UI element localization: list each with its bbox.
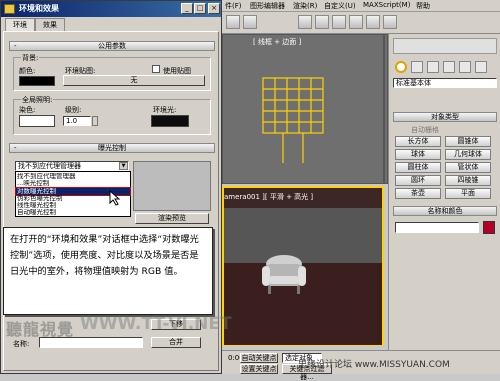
- level-label: 级别:: [65, 106, 82, 114]
- rotate-icon[interactable]: [298, 15, 312, 29]
- box-button[interactable]: 长方体: [395, 136, 441, 147]
- create-category-icons[interactable]: [393, 60, 497, 76]
- mirror-icon[interactable]: [332, 15, 346, 29]
- viewport-label: [ 线框 + 边面 ]: [253, 38, 302, 46]
- dialog-title-text: 环境和效果: [19, 4, 59, 13]
- chevron-down-icon[interactable]: ▼: [119, 162, 128, 170]
- sphere-button[interactable]: 球体: [395, 149, 441, 160]
- cone-button[interactable]: 圆锥体: [445, 136, 491, 147]
- shapes-icon[interactable]: [411, 61, 423, 73]
- tint-color-swatch[interactable]: [19, 115, 55, 127]
- render-icon[interactable]: [366, 15, 380, 29]
- quick-render-icon[interactable]: [383, 15, 397, 29]
- autogrid-label[interactable]: 自动栅格: [411, 125, 439, 135]
- helpers-icon[interactable]: [459, 61, 471, 73]
- mouse-cursor-icon: [109, 190, 121, 206]
- watermark-url: WWW.TT-VI.NET: [80, 314, 232, 334]
- tutorial-callout: 在打开的“环境和效果”对话框中选择“对数曝光控制”选项，使用亮度、对比度以及场景…: [3, 227, 213, 315]
- object-color-swatch[interactable]: [483, 221, 495, 234]
- command-tabs[interactable]: [393, 38, 497, 54]
- lights-icon[interactable]: [427, 61, 439, 73]
- select-object-icon[interactable]: [226, 15, 240, 29]
- command-panel: 标准基本体 对象类型 自动栅格 长方体 圆锥体 球体 几何球体 圆柱体 管状体 …: [388, 34, 500, 354]
- select-by-name-icon[interactable]: [243, 15, 257, 29]
- teapot-button[interactable]: 茶壶: [395, 188, 441, 199]
- exposure-control-header[interactable]: - 曝光控制: [9, 143, 215, 153]
- exposure-dropdown[interactable]: 找不到应代理管理器 ▼: [15, 161, 129, 171]
- scale-icon[interactable]: [315, 15, 329, 29]
- ambient-color-swatch[interactable]: [151, 115, 189, 127]
- name-label: 名称:: [13, 340, 30, 348]
- render-preview-button[interactable]: 渲染预览: [135, 213, 209, 224]
- menu-item[interactable]: 图形编辑器: [250, 1, 285, 11]
- systems-icon[interactable]: [475, 61, 487, 73]
- menu-item[interactable]: 帮助: [416, 1, 430, 11]
- close-button[interactable]: ×: [208, 3, 220, 14]
- background-color-swatch[interactable]: [19, 76, 55, 86]
- color-label: 颜色:: [19, 67, 36, 75]
- exposure-option[interactable]: 找不到应代理管理器: [16, 173, 130, 180]
- menu-item[interactable]: 自定义(U): [324, 1, 356, 11]
- viewport-label: amera001 ][ 平滑 + 高光 ]: [224, 193, 314, 201]
- object-type-header[interactable]: 对象类型: [393, 112, 497, 122]
- menu-item[interactable]: MAXScript(M): [363, 1, 410, 9]
- plane-button[interactable]: 平面: [445, 188, 491, 199]
- wireframe-cube: [262, 77, 324, 163]
- exposure-option[interactable]: ...映光控制: [16, 180, 130, 187]
- common-params-header[interactable]: - 公用参数: [9, 41, 215, 51]
- global-lighting-label: 全局照明:: [21, 95, 54, 105]
- align-icon[interactable]: [349, 15, 363, 29]
- exposure-dropdown-value: 找不到应代理管理器: [18, 162, 81, 170]
- auto-key-button[interactable]: 自动关键点: [240, 353, 278, 363]
- exposure-option[interactable]: 自动曝光控制: [16, 209, 130, 216]
- exposure-preview: [133, 161, 211, 211]
- level-spinner[interactable]: 1.0: [63, 116, 91, 126]
- tube-button[interactable]: 管状体: [445, 162, 491, 173]
- name-color-header[interactable]: 名称和颜色: [393, 206, 497, 216]
- tint-label: 染色:: [19, 106, 36, 114]
- ambient-label: 环境光:: [153, 106, 177, 114]
- cylinder-button[interactable]: 圆柱体: [395, 162, 441, 173]
- torus-button[interactable]: 圆环: [395, 175, 441, 186]
- menu-item[interactable]: 渲染(R): [293, 1, 317, 11]
- watermark-logo: 聽龍視覺: [6, 320, 75, 339]
- watermark-forum: 思缘设计论坛 www.MISSYUAN.COM: [298, 360, 450, 370]
- background-label: 背景:: [21, 53, 40, 63]
- use-map-checkbox[interactable]: [152, 65, 160, 73]
- env-map-button[interactable]: 无: [63, 75, 205, 86]
- merge-button[interactable]: 合并: [151, 337, 201, 348]
- armchair-model: [262, 255, 306, 294]
- set-key-button[interactable]: 设置关键点: [240, 364, 278, 374]
- level-spinner-arrows[interactable]: [92, 116, 98, 126]
- minimize-button[interactable]: _: [181, 3, 193, 14]
- object-name-field[interactable]: [395, 222, 479, 233]
- pyramid-button[interactable]: 四棱锥: [445, 175, 491, 186]
- app-icon: [4, 4, 15, 14]
- geometry-icon[interactable]: [395, 61, 407, 73]
- tab-effects[interactable]: 效果: [35, 18, 65, 31]
- geosphere-button[interactable]: 几何球体: [445, 149, 491, 160]
- viewport-camera[interactable]: amera001 ][ 平滑 + 高光 ]: [222, 186, 384, 346]
- menu-item[interactable]: 件(F): [225, 1, 242, 11]
- cameras-icon[interactable]: [443, 61, 455, 73]
- tab-environment[interactable]: 环境: [5, 18, 35, 32]
- viewport-top[interactable]: [ 线框 + 边面 ]: [222, 34, 384, 184]
- maximize-button[interactable]: □: [194, 3, 206, 14]
- primitive-dropdown[interactable]: 标准基本体: [393, 78, 497, 88]
